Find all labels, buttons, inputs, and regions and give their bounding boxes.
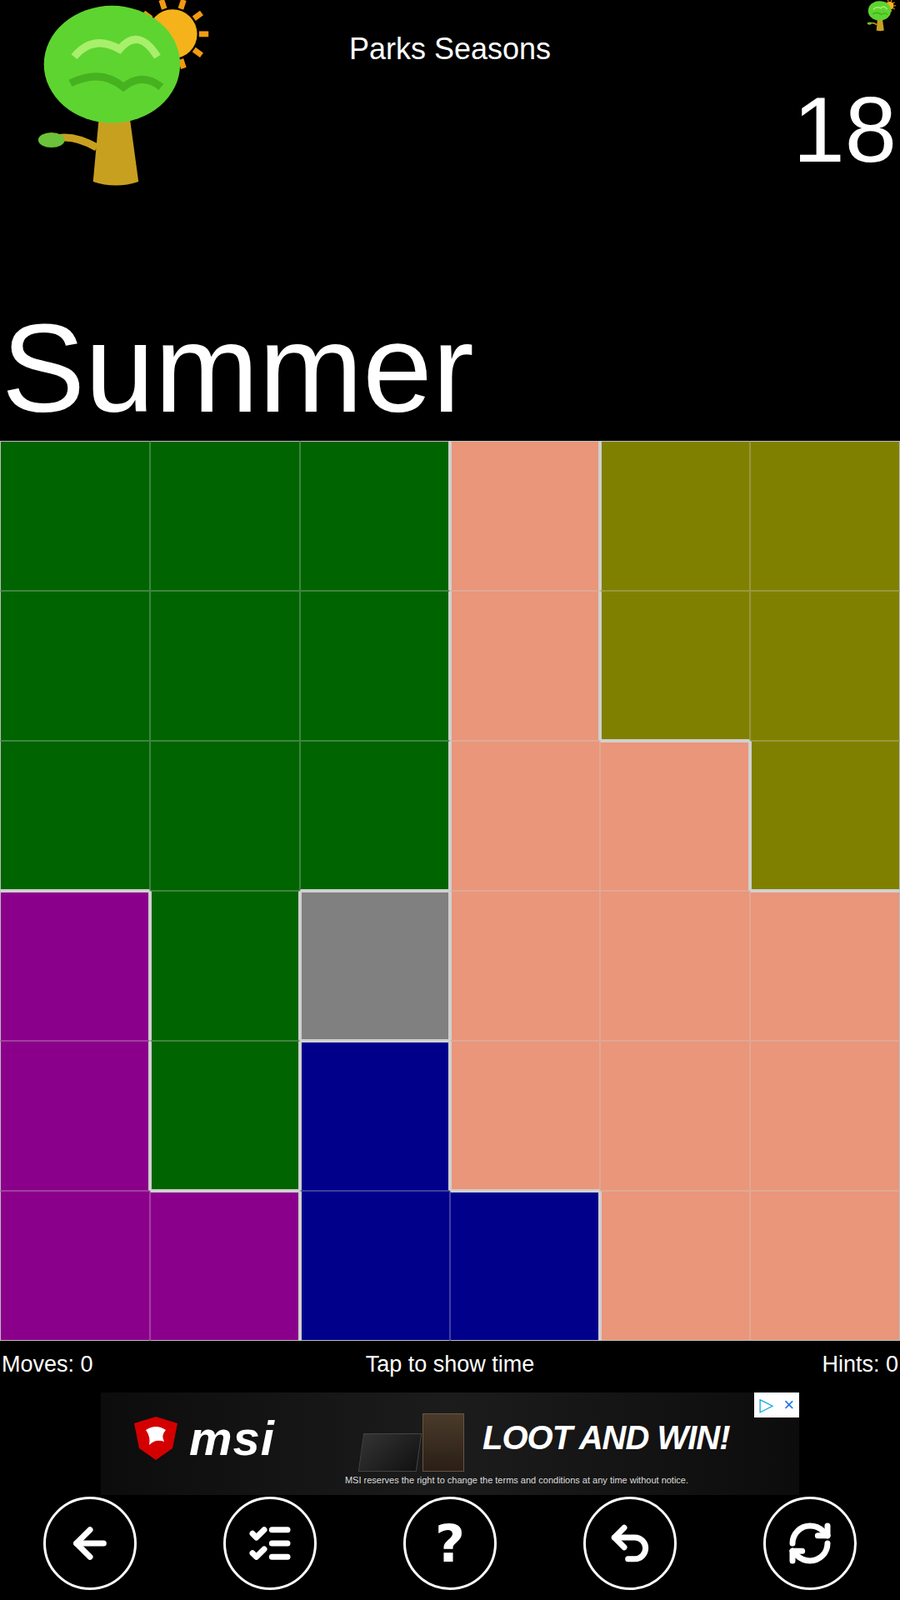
- board-cell[interactable]: [150, 440, 300, 591]
- board-cell[interactable]: [300, 1040, 450, 1191]
- help-button[interactable]: ?: [403, 1496, 497, 1590]
- board-cell[interactable]: [300, 440, 450, 591]
- board-cell[interactable]: [0, 740, 150, 891]
- msi-dragon-icon: [130, 1415, 181, 1462]
- board-cell[interactable]: [750, 740, 900, 891]
- board-cell[interactable]: [150, 1040, 300, 1191]
- tree-logo-icon: [25, 0, 215, 190]
- board-cell[interactable]: [450, 1190, 600, 1341]
- status-bar: Moves: 0Tap to show timeHints: 0: [0, 1340, 900, 1388]
- board-cell[interactable]: [450, 740, 600, 891]
- ad-headline: LOOT AND WIN!: [482, 1419, 730, 1457]
- board-cell[interactable]: [600, 740, 750, 891]
- refresh-icon: [786, 1520, 834, 1567]
- board-cell[interactable]: [150, 890, 300, 1041]
- undo-button[interactable]: [583, 1496, 677, 1590]
- board-cell[interactable]: [450, 1040, 600, 1191]
- app-title: Parks Seasons: [250, 0, 650, 275]
- ad-product-image: [360, 1405, 470, 1472]
- board-cell[interactable]: [600, 440, 750, 591]
- logo: [0, 0, 250, 275]
- undo-icon: [606, 1520, 654, 1567]
- board-cell[interactable]: [150, 1190, 300, 1341]
- board-cell[interactable]: [300, 890, 450, 1041]
- board-cell[interactable]: [450, 890, 600, 1041]
- ad-choices-icon[interactable]: ▷: [754, 1392, 779, 1418]
- board-cell[interactable]: [300, 590, 450, 741]
- ad-area: msi LOOT AND WIN! MSI reserves the right t…: [0, 1392, 900, 1495]
- board-cell[interactable]: [600, 1040, 750, 1191]
- levels-button[interactable]: [223, 1496, 317, 1590]
- board-cell[interactable]: [750, 440, 900, 591]
- board-cell[interactable]: [0, 890, 150, 1041]
- ad-banner[interactable]: msi LOOT AND WIN! MSI reserves the right t…: [100, 1392, 800, 1495]
- arrow-left-icon: [66, 1520, 114, 1567]
- level-number: 18: [792, 83, 897, 177]
- list-checks-icon: [246, 1520, 294, 1567]
- game-screen: Parks Seasons 18 Summer Moves: 0Tap to show…: [0, 0, 900, 1600]
- season-title: Summer: [0, 275, 900, 441]
- board-cell[interactable]: [300, 1190, 450, 1341]
- board-cell[interactable]: [0, 1040, 150, 1191]
- board-cell[interactable]: [0, 590, 150, 741]
- ad-brand-text: msi: [189, 1410, 275, 1466]
- hints-counter: Hints: 0: [534, 1351, 899, 1378]
- board-cell[interactable]: [0, 440, 150, 591]
- board-cell[interactable]: [0, 1190, 150, 1341]
- board-cell[interactable]: [150, 590, 300, 741]
- level-info: 18: [650, 0, 900, 275]
- board-cell[interactable]: [600, 1190, 750, 1341]
- board-cell[interactable]: [750, 890, 900, 1041]
- board-cell[interactable]: [750, 590, 900, 741]
- timer-toggle[interactable]: Tap to show time: [365, 1351, 535, 1378]
- ad-choices[interactable]: ▷×: [754, 1392, 800, 1418]
- board-cell[interactable]: [600, 590, 750, 741]
- restart-button[interactable]: [763, 1496, 857, 1590]
- board-cell[interactable]: [450, 590, 600, 741]
- help-label: ?: [435, 1513, 465, 1575]
- ad-content: msi LOOT AND WIN!: [100, 1398, 800, 1472]
- ad-brand: msi: [130, 1410, 348, 1466]
- puzzle-board: [0, 440, 900, 1341]
- ad-disclaimer: MSI reserves the right to change the ter…: [100, 1471, 800, 1490]
- board-cell[interactable]: [300, 740, 450, 891]
- moves-counter: Moves: 0: [1, 1351, 366, 1378]
- ad-box: [422, 1413, 465, 1472]
- ad-close-icon[interactable]: ×: [778, 1392, 800, 1418]
- board-cell[interactable]: [450, 440, 600, 591]
- board-cell[interactable]: [150, 740, 300, 891]
- board-cell[interactable]: [600, 890, 750, 1041]
- board-cell[interactable]: [750, 1040, 900, 1191]
- back-button[interactable]: [43, 1496, 137, 1590]
- ad-laptop: [358, 1433, 422, 1472]
- header: Parks Seasons 18: [0, 0, 900, 275]
- small-tree-icon: [865, 0, 897, 32]
- toolbar: ?: [0, 1495, 900, 1600]
- board-cell[interactable]: [750, 1190, 900, 1341]
